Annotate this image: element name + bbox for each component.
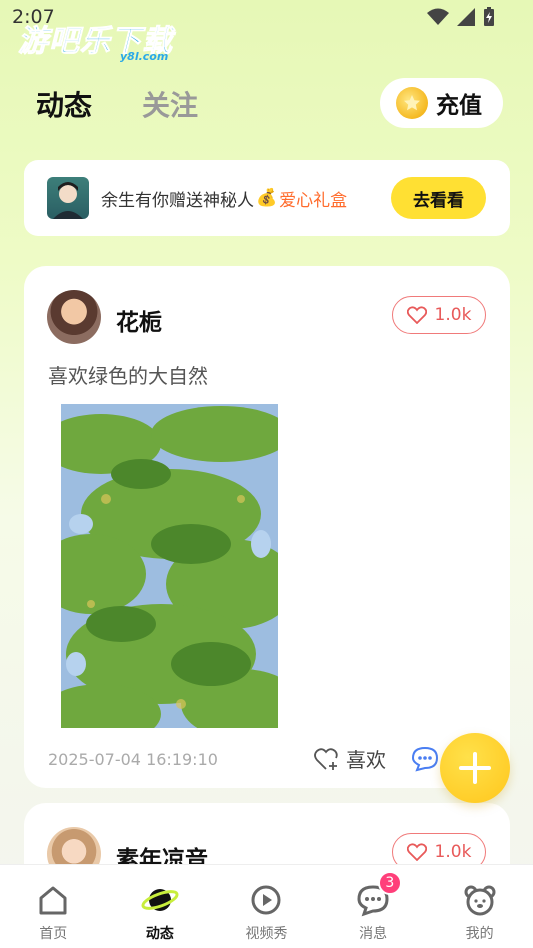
create-post-button[interactable]: [440, 733, 510, 803]
bear-face-icon: [464, 885, 496, 916]
nav-home-label: 首页: [39, 926, 68, 942]
nav-home[interactable]: 首页: [0, 865, 107, 948]
nav-profile[interactable]: 我的: [426, 865, 533, 948]
header-tabs: 动态 关注: [36, 84, 198, 124]
like-count: 1.0k: [434, 305, 472, 325]
watermark-subtitle: y8l.com: [120, 50, 169, 63]
gift-message-text: 余生有你赠送神秘人: [101, 190, 254, 211]
battery-icon: [484, 7, 494, 26]
heart-outline-icon: [406, 306, 427, 324]
nav-messages[interactable]: 3 消息: [320, 865, 427, 948]
planet-icon: [141, 889, 179, 911]
video-play-icon: [251, 885, 281, 915]
comment-button[interactable]: [411, 746, 439, 776]
plus-icon: [459, 752, 491, 784]
message-count-badge: 3: [377, 871, 402, 895]
signal-icon: [457, 8, 475, 26]
gift-name: 爱心礼盒: [279, 190, 348, 211]
post-image[interactable]: [61, 404, 278, 728]
post-timestamp: 2025-07-04 16:19:10: [48, 750, 218, 769]
like-count-button[interactable]: 1.0k: [392, 296, 486, 334]
tab-dynamics[interactable]: 动态: [36, 84, 92, 124]
home-icon: [39, 886, 67, 915]
heart-plus-icon: [314, 747, 338, 770]
wifi-icon: [427, 8, 449, 25]
gift-banner[interactable]: 余生有你赠送神秘人 💰 爱心礼盒 去看看: [24, 160, 510, 236]
like-count: 1.0k: [434, 842, 472, 862]
go-see-button[interactable]: 去看看: [391, 177, 486, 219]
like-action-label: 喜欢: [346, 748, 386, 772]
nav-messages-label: 消息: [359, 926, 388, 942]
heart-outline-icon: [406, 843, 427, 861]
recharge-button[interactable]: 充值: [380, 78, 503, 128]
bottom-nav: 首页 动态 视频秀 3 消息 我的: [0, 864, 533, 948]
post-card[interactable]: 花栀 1.0k 喜欢绿色的大自然 2025-07-04 16:19:10 喜欢: [24, 266, 510, 788]
nav-video-label: 视频秀: [245, 926, 288, 942]
coin-icon: [396, 87, 428, 119]
nav-dynamics[interactable]: 动态: [107, 865, 214, 948]
nav-video[interactable]: 视频秀: [213, 865, 320, 948]
status-icons: [427, 7, 495, 27]
money-bag-icon: 💰: [256, 188, 278, 208]
gift-sender-avatar: [47, 177, 89, 219]
like-action-button[interactable]: 喜欢: [314, 744, 386, 773]
avatar[interactable]: [47, 290, 101, 344]
post-username[interactable]: 花栀: [116, 303, 162, 337]
nav-dynamics-label: 动态: [145, 926, 174, 942]
comment-bubble-icon: [411, 746, 439, 772]
nav-profile-label: 我的: [465, 926, 494, 942]
gift-message: 余生有你赠送神秘人 💰 爱心礼盒: [101, 186, 347, 211]
recharge-label: 充值: [436, 93, 482, 119]
tab-following[interactable]: 关注: [142, 84, 198, 124]
post-text: 喜欢绿色的大自然: [48, 364, 208, 388]
